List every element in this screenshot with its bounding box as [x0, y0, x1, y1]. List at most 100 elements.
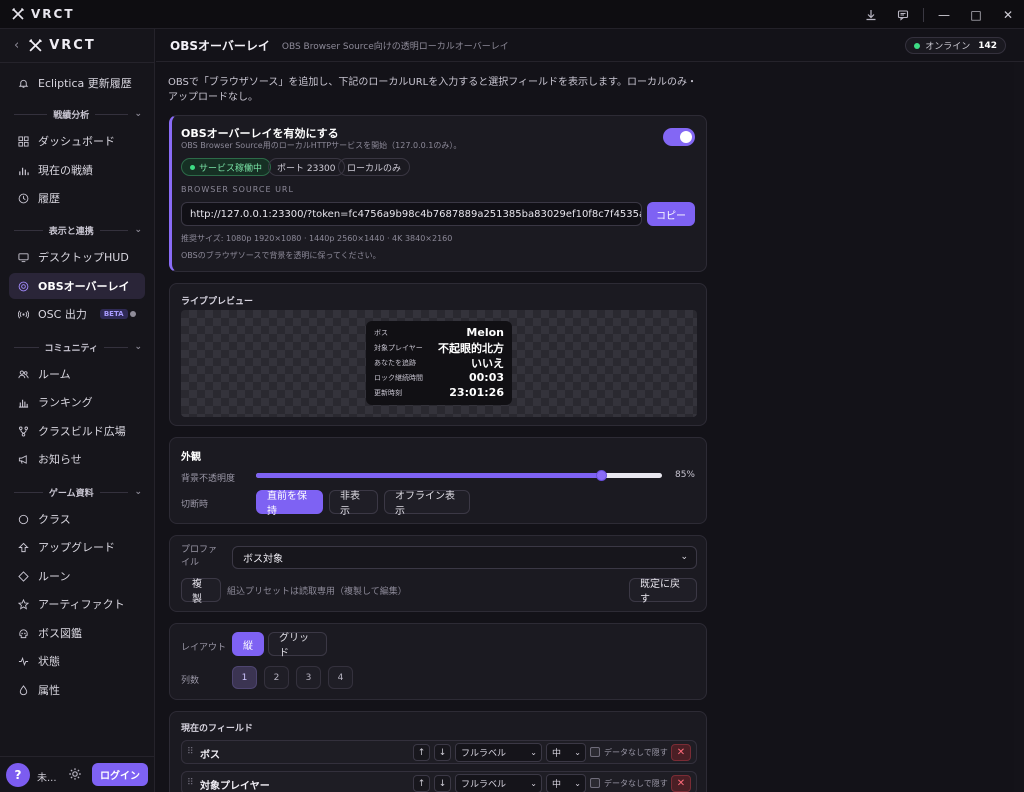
- sidebar-item-hud[interactable]: デスクトップHUD: [9, 244, 145, 270]
- sidebar-item-ranking[interactable]: ランキング: [9, 389, 145, 415]
- opacity-slider[interactable]: [256, 470, 662, 481]
- reset-default-button[interactable]: 既定に戻す: [629, 578, 697, 605]
- sidebar-item-boss[interactable]: ボス図鑑: [9, 620, 145, 646]
- field-name: 対象プレイヤー: [200, 781, 270, 792]
- duplicate-button[interactable]: 複製: [181, 578, 221, 605]
- sidebar-item-attribute[interactable]: 属性: [9, 677, 145, 703]
- label-mode-select[interactable]: フルラベル ⌄: [455, 743, 542, 762]
- sidebar-group-game[interactable]: ゲーム資料 ⌄: [14, 485, 142, 499]
- profile-select[interactable]: ボス対象 ⌄: [232, 546, 697, 569]
- table-row[interactable]: ⠿ ボス ↑ ↓ フルラベル ⌄ 中 ⌄ データなしで隠す ✕: [181, 740, 697, 764]
- sidebar-item-builds[interactable]: クラスビルド広場: [9, 418, 145, 444]
- columns-1-button[interactable]: 1: [232, 666, 257, 689]
- layout-grid-button[interactable]: グリッド: [268, 632, 327, 659]
- back-chevron-icon[interactable]: ‹: [14, 38, 19, 53]
- sidebar-item-label: アップグレード: [38, 541, 115, 554]
- hide-when-empty-label: データなしで隠す: [604, 779, 668, 788]
- overlay-key: 対象プレイヤー: [374, 343, 423, 352]
- service-running-chip: サービス稼働中: [181, 158, 272, 176]
- online-status-badge: オンライン 142: [905, 37, 1006, 54]
- overlay-key: 更新時刻: [374, 388, 402, 397]
- group-label: 戦績分析: [53, 110, 90, 121]
- sidebar-group-analysis[interactable]: 戦績分析 ⌄: [14, 107, 142, 121]
- drag-handle-icon[interactable]: ⠿: [187, 778, 194, 788]
- copy-url-button[interactable]: コピー: [647, 202, 695, 226]
- browser-source-url-field[interactable]: http://127.0.0.1:23300/?token=fc4756a9b9…: [181, 202, 642, 226]
- label-mode-select[interactable]: フルラベル ⌄: [455, 774, 542, 792]
- enable-title: OBSオーバーレイを有効にする: [181, 127, 339, 140]
- transparency-note: OBSのブラウザソースで背景を透明に保ってください。: [181, 251, 381, 260]
- columns-4-button[interactable]: 4: [328, 666, 353, 689]
- sidebar-item-label: クラス: [38, 513, 71, 526]
- sidebar-group-display[interactable]: 表示と連携 ⌄: [14, 223, 142, 237]
- delete-field-button[interactable]: ✕: [671, 775, 691, 792]
- gear-icon[interactable]: [68, 767, 82, 781]
- page-header: OBSオーバーレイ OBS Browser Source向けの透明ローカルオーバ…: [156, 29, 1024, 62]
- chat-icon[interactable]: [887, 0, 919, 29]
- minimize-button[interactable]: —: [928, 0, 960, 29]
- sidebar-item-upgrade[interactable]: アップグレード: [9, 534, 145, 560]
- sidebar-item-class[interactable]: クラス: [9, 506, 145, 532]
- offline-display-button[interactable]: オフライン表示: [384, 490, 470, 517]
- columns-3-button[interactable]: 3: [296, 666, 321, 689]
- fields-title: 現在のフィールド: [181, 724, 253, 734]
- overlay-key: ロック継続時間: [374, 373, 423, 382]
- delete-field-button[interactable]: ✕: [671, 744, 691, 761]
- sidebar-item-rooms[interactable]: ルーム: [9, 361, 145, 387]
- sidebar-item-obs[interactable]: OBSオーバーレイ: [9, 273, 145, 299]
- size-select[interactable]: 中 ⌄: [546, 774, 586, 792]
- move-down-button[interactable]: ↓: [434, 775, 451, 792]
- maximize-button[interactable]: □: [960, 0, 992, 29]
- chevron-down-icon: ⌄: [680, 552, 688, 562]
- columns-2-button[interactable]: 2: [264, 666, 289, 689]
- login-button[interactable]: ログイン: [92, 763, 148, 786]
- chevron-down-icon: ⌄: [530, 779, 537, 788]
- sidebar-footer: ? 未... ログイン: [0, 756, 155, 792]
- select-value: 中: [552, 749, 562, 759]
- sidebar-item-rune[interactable]: ルーン: [9, 563, 145, 589]
- table-row[interactable]: ⠿ 対象プレイヤー ↑ ↓ フルラベル ⌄ 中 ⌄ データなしで隠す ✕: [181, 771, 697, 792]
- sidebar-brand: VRCT: [29, 38, 95, 53]
- sidebar-group-community[interactable]: コミュニティ ⌄: [14, 340, 142, 354]
- enable-overlay-card: OBSオーバーレイを有効にする OBS Browser Source用のローカル…: [169, 115, 707, 272]
- intro-text: OBSで「ブラウザソース」を追加し、下記のローカルURLを入力すると選択フィール…: [168, 77, 698, 103]
- hide-button[interactable]: 非表示: [329, 490, 378, 517]
- sidebar-item-artifact[interactable]: アーティファクト: [9, 591, 145, 617]
- layout-vertical-button[interactable]: 縦: [232, 632, 264, 656]
- monitor-icon: [18, 252, 29, 262]
- sidebar-item-label: ダッシュボード: [38, 135, 115, 148]
- hide-when-empty-checkbox[interactable]: [590, 747, 600, 757]
- enable-toggle[interactable]: [663, 128, 695, 146]
- sidebar-item-label: ボス図鑑: [38, 627, 82, 640]
- sidebar-item-osc[interactable]: OSC 出力 BETA: [9, 301, 145, 327]
- sidebar-item-history[interactable]: 履歴: [9, 185, 145, 211]
- local-only-chip: ローカルのみ: [338, 158, 411, 176]
- sidebar-item-dashboard[interactable]: ダッシュボード: [9, 128, 145, 154]
- avatar[interactable]: ?: [6, 763, 30, 787]
- move-down-button[interactable]: ↓: [434, 744, 451, 761]
- sidebar-item-status[interactable]: 状態: [9, 648, 145, 674]
- sidebar-item-label: 状態: [38, 655, 60, 668]
- size-select[interactable]: 中 ⌄: [546, 743, 586, 762]
- hide-when-empty-checkbox[interactable]: [590, 778, 600, 788]
- overlay-row: 更新時刻 23:01:26: [374, 385, 504, 400]
- sidebar-item-changelog[interactable]: Ecliptica 更新履歴: [9, 70, 145, 96]
- overlay-preview-box: ボス Melon 対象プレイヤー 不起眼的北方 あなたを追跡 いいえ ロック継続時間 0…: [366, 321, 512, 405]
- scrollbar[interactable]: [1014, 62, 1024, 792]
- slider-thumb[interactable]: [596, 470, 608, 481]
- sidebar-item-news[interactable]: お知らせ: [9, 446, 145, 472]
- slider-fill: [256, 473, 602, 478]
- move-up-button[interactable]: ↑: [413, 775, 430, 792]
- star-icon: [18, 598, 29, 610]
- drag-handle-icon[interactable]: ⠿: [187, 747, 194, 757]
- move-up-button[interactable]: ↑: [413, 744, 430, 761]
- keep-last-button[interactable]: 直前を保持: [256, 490, 323, 517]
- online-label: オンライン: [925, 42, 971, 52]
- status-dot: [130, 311, 136, 317]
- sidebar-item-label: 属性: [38, 684, 60, 697]
- close-button[interactable]: ✕: [992, 0, 1024, 29]
- sidebar-item-current[interactable]: 現在の戦績: [9, 157, 145, 183]
- download-icon[interactable]: [855, 0, 887, 29]
- chevron-down-icon: ⌄: [134, 225, 142, 235]
- titlebar-divider: [923, 7, 924, 22]
